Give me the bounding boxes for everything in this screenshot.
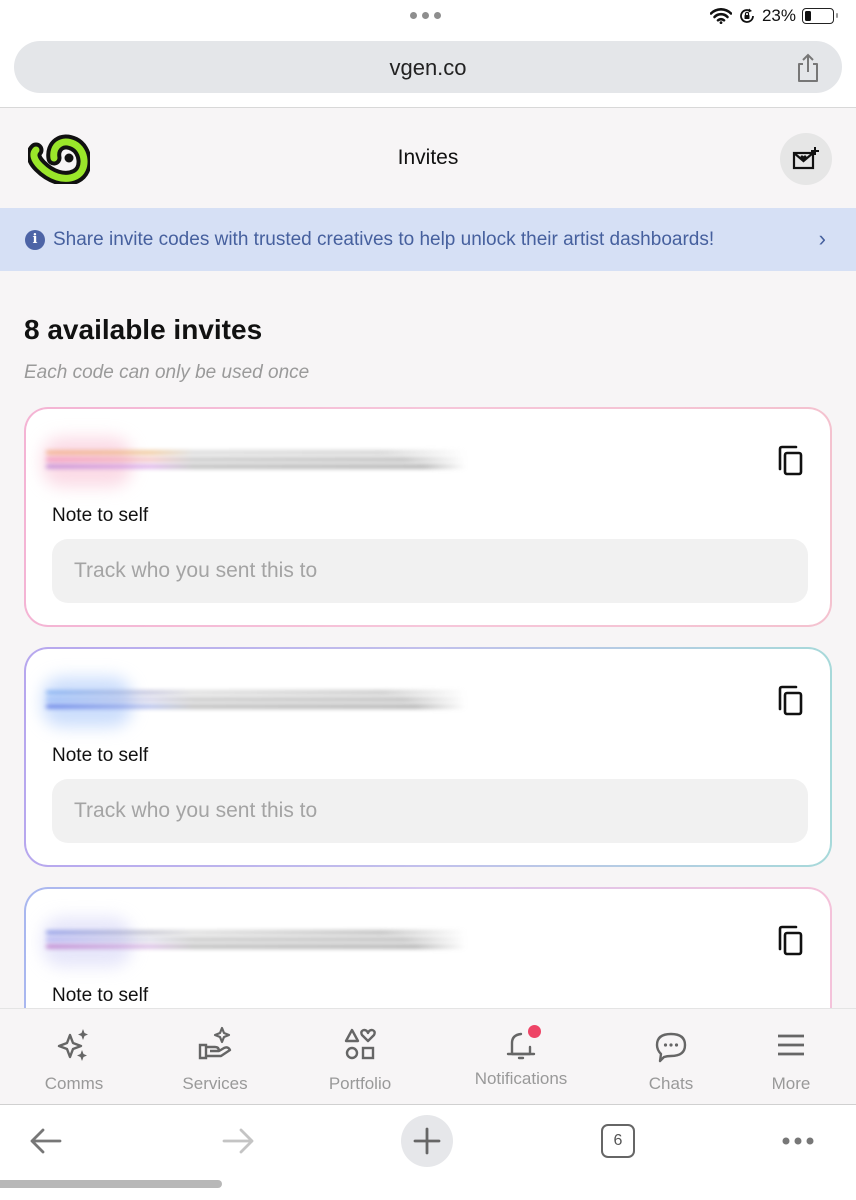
- nav-item-comms[interactable]: Comms: [14, 1025, 134, 1094]
- nav-item-more[interactable]: More: [731, 1025, 851, 1094]
- invite-card: Note to self: [24, 647, 832, 867]
- info-banner[interactable]: i Share invite codes with trusted creati…: [0, 208, 856, 271]
- envelope-heart-plus-icon: [792, 147, 819, 170]
- nav-item-notifications[interactable]: Notifications: [461, 1025, 581, 1089]
- shapes-icon: [344, 1028, 376, 1060]
- browser-toolbar: 6: [0, 1105, 856, 1200]
- more-options-button[interactable]: [776, 1115, 820, 1167]
- copy-icon[interactable]: [776, 925, 806, 957]
- invite-code-redacted: [42, 437, 472, 487]
- invite-code-redacted: [42, 917, 472, 967]
- forward-button[interactable]: [216, 1115, 260, 1167]
- app-content: Invites i Share invite codes with truste…: [0, 108, 856, 1008]
- nav-label: Portfolio: [328, 1074, 392, 1093]
- invite-card: Note to self: [24, 887, 832, 1008]
- menu-icon: [778, 1034, 804, 1056]
- invite-card: Note to self: [24, 407, 832, 627]
- multitask-dots-icon[interactable]: [410, 12, 441, 19]
- note-to-self-label: Note to self: [52, 745, 149, 766]
- info-icon: i: [25, 229, 45, 250]
- chat-bubble-icon: [655, 1032, 687, 1063]
- status-bar: 23%: [0, 0, 856, 36]
- sparkles-icon: [57, 1029, 88, 1061]
- ellipsis-icon: [782, 1137, 814, 1145]
- wifi-icon: [709, 8, 732, 24]
- nav-label: Notifications: [474, 1069, 568, 1088]
- nav-label: Services: [182, 1074, 248, 1093]
- app-header: Invites: [0, 108, 856, 208]
- invite-code-redacted: [42, 677, 472, 727]
- address-bar[interactable]: vgen.co: [14, 41, 842, 93]
- back-button[interactable]: [24, 1115, 68, 1167]
- url-text[interactable]: vgen.co: [14, 55, 842, 81]
- nav-label: Chats: [648, 1074, 694, 1093]
- home-indicator[interactable]: [0, 1180, 222, 1188]
- tabs-count: 6: [601, 1124, 635, 1158]
- new-tab-button[interactable]: [401, 1115, 453, 1167]
- nav-item-chats[interactable]: Chats: [611, 1025, 731, 1094]
- copy-icon[interactable]: [776, 445, 806, 477]
- chevron-right-icon[interactable]: ›: [819, 226, 826, 252]
- copy-icon[interactable]: [776, 685, 806, 717]
- nav-item-services[interactable]: Services: [155, 1025, 275, 1094]
- nav-label: Comms: [44, 1074, 104, 1093]
- battery-icon: [802, 8, 838, 24]
- tabs-button[interactable]: 6: [598, 1115, 638, 1167]
- send-invite-button[interactable]: [780, 133, 832, 185]
- banner-text: Share invite codes with trusted creative…: [53, 228, 715, 250]
- nav-item-portfolio[interactable]: Portfolio: [300, 1025, 420, 1094]
- browser-address-area: vgen.co: [0, 36, 856, 108]
- battery-fill: [805, 11, 811, 21]
- nav-label: More: [771, 1074, 811, 1093]
- page-title: Invites: [397, 146, 459, 169]
- status-indicators: 23%: [709, 6, 838, 26]
- note-to-self-input[interactable]: [52, 539, 808, 603]
- arrow-right-icon: [222, 1128, 254, 1154]
- note-to-self-input[interactable]: [52, 779, 808, 843]
- hand-sparkle-icon: [198, 1026, 232, 1060]
- note-to-self-label: Note to self: [52, 505, 149, 526]
- bottom-nav: Comms Services Portfolio Notifications C…: [0, 1008, 856, 1105]
- arrow-left-icon: [30, 1128, 62, 1154]
- bell-icon-wrap: [501, 1025, 541, 1065]
- available-invites-heading: 8 available invites: [24, 314, 263, 345]
- share-icon[interactable]: [794, 53, 822, 83]
- plus-icon: [413, 1127, 441, 1155]
- battery-percent: 23%: [761, 6, 796, 25]
- available-invites-subtitle: Each code can only be used once: [24, 362, 310, 383]
- note-to-self-label: Note to self: [52, 985, 149, 1006]
- notification-badge: [528, 1025, 541, 1038]
- rotation-lock-icon: [740, 8, 754, 23]
